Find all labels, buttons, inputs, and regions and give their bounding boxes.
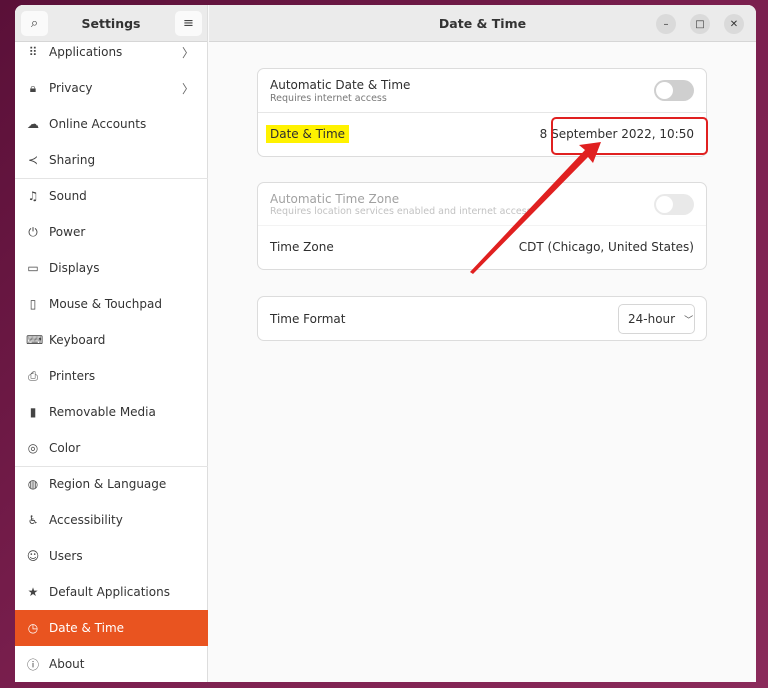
sidebar-item-label: Keyboard [49,333,106,347]
sidebar-item-label: Printers [49,369,96,383]
cloud-icon: ☁ [27,117,39,131]
mouse-icon: ▯ [29,297,37,311]
sidebar-divider [15,466,208,467]
sidebar-item-removable-media[interactable]: ▮ Removable Media [15,394,208,430]
sidebar-item-about[interactable]: ⓘ About [15,646,208,682]
sidebar-item-label: Sound [49,189,87,203]
annotation-highlight-box [551,117,708,155]
date-time-label: Date & Time [266,125,350,143]
time-zone-value: CDT (Chicago, United States) [518,240,694,254]
chevron-down-icon: ﹀ [684,315,694,326]
sidebar-item-users[interactable]: ☺ Users [15,538,208,574]
time-zone-row[interactable]: Time Zone CDT (Chicago, United States) [258,226,706,269]
sidebar-item-label: Power [49,225,86,239]
sidebar-item-default-applications[interactable]: ★ Default Applications [15,574,208,610]
sidebar-item-label: Accessibility [49,513,123,527]
display-icon: ▭ [27,261,39,275]
info-icon: ⓘ [26,657,39,672]
maximize-button[interactable]: □ [690,14,710,34]
sidebar-item-color[interactable]: ◎ Color [15,430,208,466]
sidebar: ⌕ Settings ≡ ⠿ Applications 〉 🔒︎ Privacy 〉 ☁ On… [15,5,208,682]
share-icon: ≺ [27,153,39,167]
sidebar-item-displays[interactable]: ▭ Displays [15,250,208,286]
hamburger-menu-icon: ≡ [183,16,194,31]
automatic-time-zone-label: Automatic Time Zone [270,192,400,206]
globe-icon: ◍ [27,477,39,491]
sidebar-item-online-accounts[interactable]: ☁ Online Accounts [15,106,208,142]
sidebar-item-mouse-touchpad[interactable]: ▯ Mouse & Touchpad [15,286,208,322]
minimize-icon: – [663,18,669,30]
time-format-card: Time Format 24-hour ﹀ [257,296,707,341]
apps-grid-icon: ⠿ [28,45,38,59]
sidebar-item-applications[interactable]: ⠿ Applications 〉 [15,34,208,70]
automatic-time-zone-row[interactable]: Automatic Time Zone Requires location se… [258,183,706,226]
sidebar-item-printers[interactable]: ⎙ Printers [15,358,208,394]
users-icon: ☺ [26,549,40,563]
sidebar-item-privacy[interactable]: 🔒︎ Privacy 〉 [15,70,208,106]
sidebar-item-label: Displays [49,261,100,275]
sidebar-item-keyboard[interactable]: ⌨ Keyboard [15,322,208,358]
chevron-right-icon: 〉 [181,45,194,60]
sidebar-item-label: Date & Time [49,621,125,635]
main-panel: Date & Time – □ ✕ Automatic Date & Time … [209,5,756,682]
sidebar-item-sharing[interactable]: ≺ Sharing [15,142,208,178]
sidebar-item-power[interactable]: ⏻ Power [15,214,208,250]
sidebar-item-label: Users [49,549,83,563]
settings-window: ⌕ Settings ≡ ⠿ Applications 〉 🔒︎ Privacy 〉 ☁ On… [15,5,756,682]
sidebar-item-label: Mouse & Touchpad [49,297,162,311]
time-format-dropdown[interactable]: 24-hour ﹀ [618,304,695,334]
menu-button[interactable]: ≡ [175,11,202,36]
color-icon: ◎ [27,441,39,455]
accessibility-icon: ♿︎ [27,513,39,527]
sidebar-item-sound[interactable]: ♫ Sound [15,178,208,214]
sidebar-item-label: About [49,657,85,671]
time-format-label: Time Format [270,312,346,326]
sidebar-item-region-language[interactable]: ◍ Region & Language [15,466,208,502]
star-icon: ★ [27,585,39,599]
sidebar-item-label: Removable Media [49,405,156,419]
automatic-date-time-label: Automatic Date & Time [270,78,411,92]
minimize-button[interactable]: – [656,14,676,34]
automatic-time-zone-toggle[interactable] [654,194,694,215]
maximize-icon: □ [695,18,705,30]
time-format-value: 24-hour [628,312,676,326]
sidebar-item-label: Default Applications [49,585,170,599]
sidebar-divider [15,178,208,179]
sidebar-item-label: Sharing [49,153,96,167]
sidebar-item-label: Applications [49,45,123,59]
date-time-card: Automatic Date & Time Requires internet … [257,68,708,157]
sidebar-item-label: Color [49,441,81,455]
removable-media-icon: ▮ [29,405,37,419]
time-zone-label: Time Zone [270,240,334,254]
power-icon: ⏻ [28,224,38,239]
close-icon: ✕ [729,18,739,30]
sidebar-item-label: Privacy [49,81,93,95]
music-note-icon: ♫ [27,189,39,203]
sidebar-item-date-time[interactable]: ◷ Date & Time [15,610,208,646]
automatic-date-time-toggle[interactable] [654,80,694,101]
automatic-date-time-row[interactable]: Automatic Date & Time Requires internet … [258,69,706,113]
automatic-date-time-sublabel: Requires internet access [270,93,387,104]
close-button[interactable]: ✕ [724,14,744,34]
automatic-time-zone-sublabel: Requires location services enabled and i… [270,206,532,217]
sidebar-item-label: Online Accounts [49,117,147,131]
header-bar: Date & Time – □ ✕ [209,5,756,42]
chevron-right-icon: 〉 [181,81,194,96]
keyboard-icon: ⌨ [26,333,44,347]
lock-icon: 🔒︎ [29,80,37,95]
time-zone-card: Automatic Time Zone Requires location se… [257,182,707,270]
clock-icon: ◷ [27,621,39,635]
printer-icon: ⎙ [28,368,38,383]
sidebar-item-accessibility[interactable]: ♿︎ Accessibility [15,502,208,538]
date-time-row[interactable]: Date & Time 8 September 2022, 10:50 [258,113,708,156]
sidebar-item-label: Region & Language [49,477,167,491]
